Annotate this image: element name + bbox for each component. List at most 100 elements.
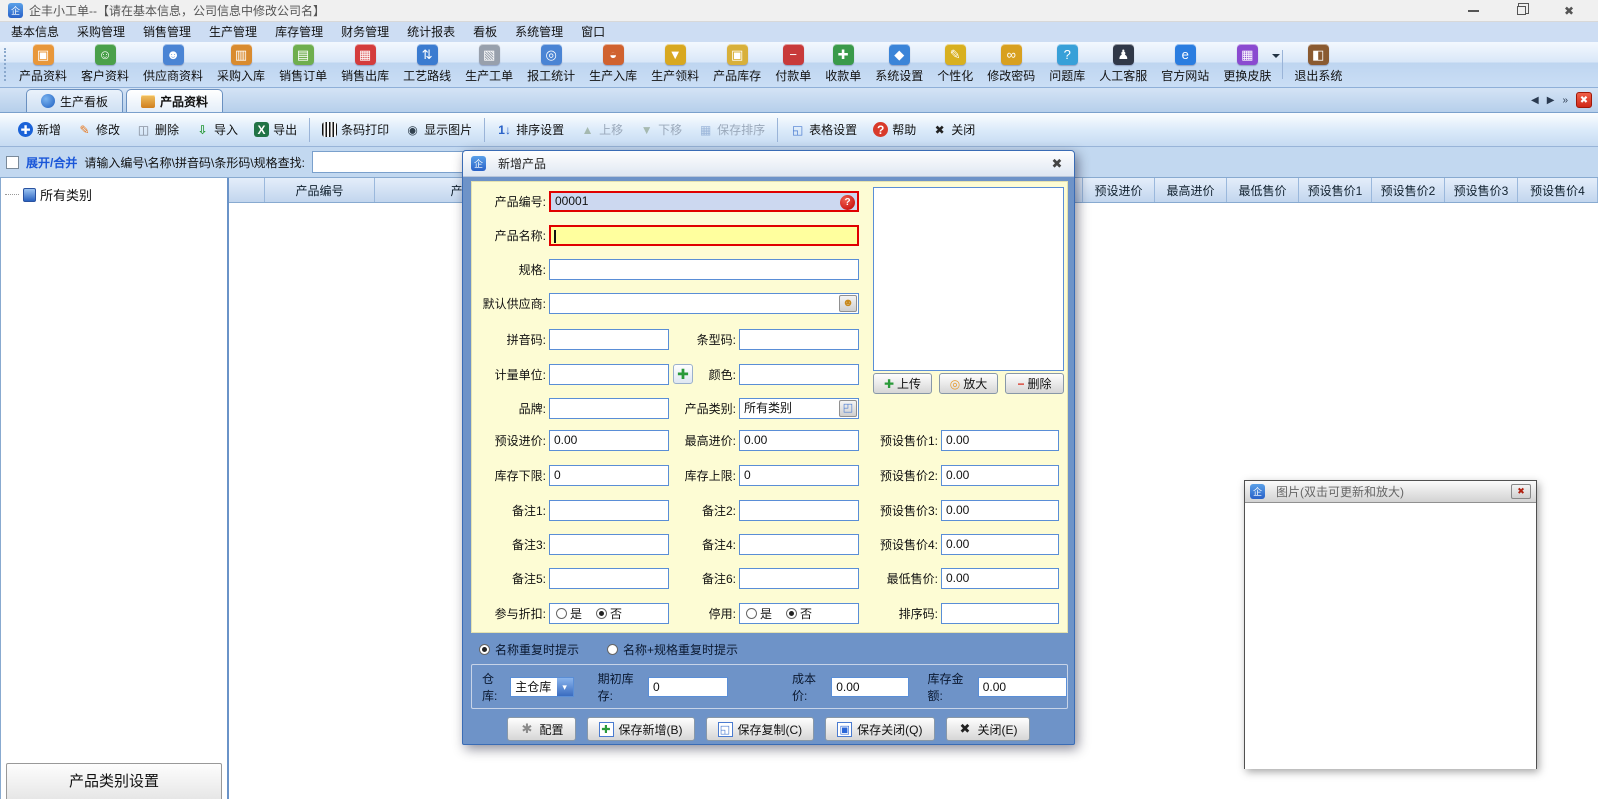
column-header[interactable]: 最低售价 xyxy=(1227,178,1299,202)
column-header[interactable] xyxy=(229,178,265,202)
menu-item[interactable]: 统计报表 xyxy=(398,22,464,42)
toolbar-button[interactable]: ☻ 供应商资料 xyxy=(136,42,210,87)
toolbar-button[interactable]: ∞ 修改密码 xyxy=(980,42,1042,87)
maximize-button[interactable] xyxy=(1514,4,1528,18)
menu-item[interactable]: 窗口 xyxy=(572,22,614,42)
tab-scroll-right-icon[interactable]: ▶ xyxy=(1547,95,1555,106)
product-code-field[interactable]: 00001 ? xyxy=(549,191,859,212)
supplier-picker-icon[interactable]: ☻ xyxy=(839,295,857,312)
image-panel-titlebar[interactable]: 企 图片(双击可更新和放大) ✖ xyxy=(1245,481,1536,503)
toolbar-button[interactable]: ☺ 客户资料 xyxy=(74,42,136,87)
init-stock-field[interactable]: 0 xyxy=(648,677,728,697)
action-button[interactable]: ◱ 表格设置 xyxy=(777,118,865,142)
action-button[interactable]: ✚ 新增 xyxy=(10,118,69,142)
stock-min-field[interactable]: 0 xyxy=(549,465,669,486)
add-unit-button[interactable]: ✚ xyxy=(673,364,693,384)
action-button[interactable]: ▼ 下移 xyxy=(631,118,690,142)
menu-item[interactable]: 生产管理 xyxy=(200,22,266,42)
toolbar-button[interactable]: ✎ 个性化 xyxy=(930,42,980,87)
help-icon[interactable]: ? xyxy=(840,195,855,210)
stop-yes-option[interactable]: 是 xyxy=(746,605,772,622)
unit-field[interactable] xyxy=(549,364,669,385)
minimize-button[interactable] xyxy=(1466,4,1480,18)
menu-item[interactable]: 看板 xyxy=(464,22,506,42)
toolbar-button[interactable]: ▣ 产品库存 xyxy=(706,42,768,87)
action-button[interactable]: ◫ 删除 xyxy=(128,118,187,142)
toolbar-button[interactable]: ▤ 销售订单 xyxy=(272,42,334,87)
expand-collapse-link[interactable]: 展开/合并 xyxy=(26,154,77,171)
preset-buy-field[interactable]: 0.00 xyxy=(549,430,669,451)
tree-item-all-categories[interactable]: 所有类别 xyxy=(1,178,227,204)
cost-field[interactable]: 0.00 xyxy=(831,677,909,697)
toolbar-grip[interactable] xyxy=(4,48,10,81)
dialog-button[interactable]: ▣ 保存关闭(Q) xyxy=(825,717,934,741)
toolbar-button-exit[interactable]: ◧ 退出系统 xyxy=(1287,42,1349,87)
close-button[interactable]: ✖ xyxy=(1562,4,1576,18)
stop-no-option[interactable]: 否 xyxy=(786,605,812,622)
supplier-field[interactable]: ☻ xyxy=(549,293,859,314)
dialog-button[interactable]: ✚ 保存新增(B) xyxy=(587,717,695,741)
sort-code-field[interactable] xyxy=(941,603,1059,624)
toolbar-button[interactable]: ? 问题库 xyxy=(1042,42,1092,87)
image-panel-close-button[interactable]: ✖ xyxy=(1511,484,1531,499)
stock-max-field[interactable]: 0 xyxy=(739,465,859,486)
duplicate-option[interactable]: 名称重复时提示 xyxy=(479,641,579,658)
stock-amount-field[interactable]: 0.00 xyxy=(978,677,1067,697)
tab-scroll-left-icon[interactable]: ◀ xyxy=(1531,95,1539,106)
toolbar-button[interactable]: ♟ 人工客服 xyxy=(1092,42,1154,87)
note2-field[interactable] xyxy=(739,500,859,521)
color-field[interactable] xyxy=(739,364,859,385)
image-action-button[interactable]: ◎ 放大 xyxy=(939,373,998,394)
dialog-button[interactable]: ✱ 配置 xyxy=(507,717,575,741)
column-header[interactable]: 预设进价 xyxy=(1083,178,1155,202)
warehouse-select[interactable]: 主仓库 ▾ xyxy=(510,677,573,697)
sale2-field[interactable]: 0.00 xyxy=(941,465,1059,486)
toolbar-button[interactable]: ◆ 系统设置 xyxy=(868,42,930,87)
category-picker-icon[interactable]: ◰ xyxy=(839,400,857,417)
discount-no-option[interactable]: 否 xyxy=(596,605,622,622)
tab-list-icon[interactable]: » xyxy=(1562,95,1568,106)
toolbar-button[interactable]: ◎ 报工统计 xyxy=(520,42,582,87)
note3-field[interactable] xyxy=(549,534,669,555)
action-button[interactable]: ? 帮助 xyxy=(865,118,924,142)
tab-close-button[interactable]: ✖ xyxy=(1576,92,1592,108)
toolbar-button[interactable]: ▼ 生产领料 xyxy=(644,42,706,87)
menu-item[interactable]: 财务管理 xyxy=(332,22,398,42)
note6-field[interactable] xyxy=(739,568,859,589)
image-action-button[interactable]: ✚ 上传 xyxy=(873,373,932,394)
column-header[interactable]: 最高进价 xyxy=(1155,178,1227,202)
product-image-preview[interactable] xyxy=(873,187,1064,371)
barcode-field[interactable] xyxy=(739,329,859,350)
toolbar-button[interactable]: ✚ 收款单 xyxy=(818,42,868,87)
action-button[interactable]: 1↓ 排序设置 xyxy=(484,118,572,142)
sale4-field[interactable]: 0.00 xyxy=(941,534,1059,555)
toolbar-button[interactable]: ▥ 采购入库 xyxy=(210,42,272,87)
menu-item[interactable]: 基本信息 xyxy=(2,22,68,42)
menu-item[interactable]: 系统管理 xyxy=(506,22,572,42)
toolbar-button[interactable]: ◒ 生产入库 xyxy=(582,42,644,87)
sale1-field[interactable]: 0.00 xyxy=(941,430,1059,451)
column-header[interactable]: 产品编号 xyxy=(265,178,375,202)
max-buy-field[interactable]: 0.00 xyxy=(739,430,859,451)
dialog-button[interactable]: ◱ 保存复制(C) xyxy=(706,717,815,741)
spec-field[interactable] xyxy=(549,259,859,280)
toolbar-button[interactable]: ▧ 生产工单 xyxy=(458,42,520,87)
min-sale-field[interactable]: 0.00 xyxy=(941,568,1059,589)
column-header[interactable]: 预设售价2 xyxy=(1372,178,1445,202)
duplicate-option[interactable]: 名称+规格重复时提示 xyxy=(607,641,738,658)
sale3-field[interactable]: 0.00 xyxy=(941,500,1059,521)
toolbar-button[interactable]: e 官方网站 xyxy=(1154,42,1216,87)
toolbar-button[interactable]: ▣ 产品资料 xyxy=(12,42,74,87)
toolbar-button[interactable]: ⇅ 工艺路线 xyxy=(396,42,458,87)
action-button[interactable]: ◉ 显示图片 xyxy=(397,118,480,142)
dialog-titlebar[interactable]: 企 新增产品 ✖ xyxy=(463,151,1074,177)
product-name-field[interactable] xyxy=(549,225,859,246)
tab-production-board[interactable]: 生产看板 xyxy=(26,89,123,112)
column-header[interactable]: 预设售价4 xyxy=(1518,178,1598,202)
action-button[interactable]: ▲ 上移 xyxy=(572,118,631,142)
action-button[interactable]: X 导出 xyxy=(246,118,305,142)
column-header[interactable]: 预设售价3 xyxy=(1445,178,1518,202)
menu-item[interactable]: 采购管理 xyxy=(68,22,134,42)
action-button[interactable]: ✖ 关闭 xyxy=(924,118,983,142)
column-header[interactable]: 预设售价1 xyxy=(1299,178,1372,202)
